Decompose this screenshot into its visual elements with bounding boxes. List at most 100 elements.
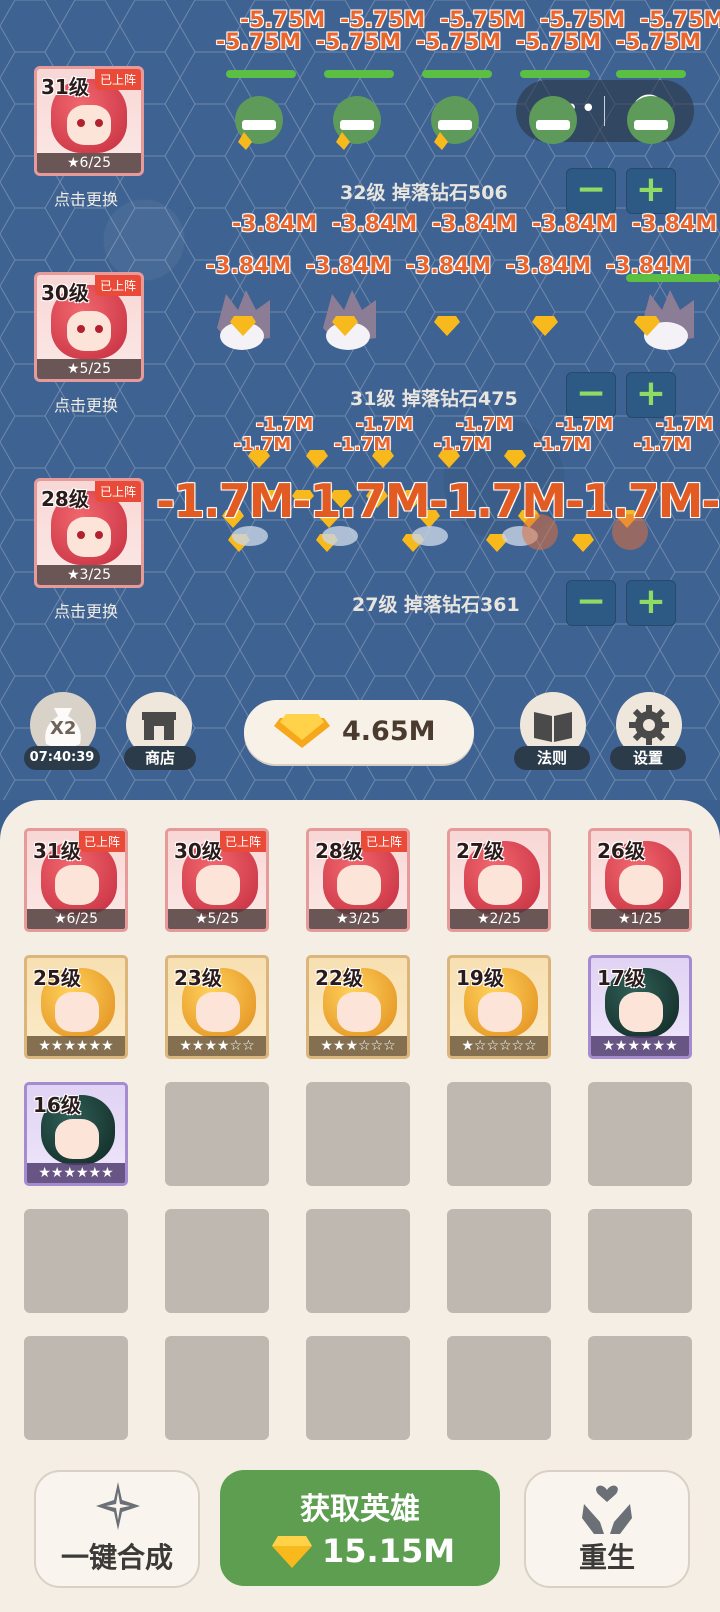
damage-number: -1.7M — [356, 414, 414, 435]
get-hero-label: 获取英雄 — [300, 1492, 420, 1527]
enemy-hp-bar — [616, 70, 686, 78]
goblin-enemy[interactable] — [424, 84, 486, 150]
x2-timer: 07:40:39 — [24, 746, 100, 770]
rules-label[interactable]: 法则 — [514, 746, 590, 770]
damage-number: -1.7M — [656, 414, 714, 435]
hero-eye — [77, 119, 85, 127]
hero-card[interactable]: 16级 ★★★★★★ — [24, 1082, 128, 1186]
swap-hero-link[interactable]: 点击更换 — [16, 392, 156, 416]
empty-slot[interactable] — [306, 1082, 410, 1186]
hero-card[interactable]: 30级 已上阵 ★5/25 — [165, 828, 269, 932]
get-hero-button[interactable]: 获取英雄 15.15M — [220, 1470, 500, 1586]
hero-card[interactable]: 23级 ★★★★☆☆ — [165, 955, 269, 1059]
damage-number: -3.84M — [206, 254, 292, 279]
level-plus-button[interactable]: + — [626, 372, 676, 418]
level-plus-button[interactable]: + — [626, 580, 676, 626]
hero-level: 27级 — [456, 839, 504, 863]
hero-stars: ★6/25 — [37, 153, 141, 173]
empty-slot[interactable] — [24, 1209, 128, 1313]
goblin-enemy[interactable] — [228, 84, 290, 150]
rebirth-button[interactable]: 重生 — [524, 1470, 690, 1588]
hero-card[interactable]: 22级 ★★★☆☆☆ — [306, 955, 410, 1059]
diamond-count: 4.65M — [342, 716, 436, 747]
hero-stars: ★☆☆☆☆☆ — [450, 1036, 548, 1056]
x2-label: X2 — [50, 718, 77, 739]
hero-stars: ★★★★★★ — [27, 1036, 125, 1056]
auto-merge-button[interactable]: 一键合成 — [34, 1470, 200, 1588]
empty-slot[interactable] — [306, 1336, 410, 1440]
empty-slot[interactable] — [447, 1209, 551, 1313]
goblin-enemy[interactable] — [620, 84, 682, 150]
empty-slot[interactable] — [447, 1336, 551, 1440]
damage-number: -3.84M — [432, 212, 518, 237]
hero-face — [55, 992, 99, 1032]
empty-slot[interactable] — [588, 1082, 692, 1186]
hero-card[interactable]: 28级 已上阵 ★3/25 — [306, 828, 410, 932]
diamond-drop-icon — [434, 316, 460, 336]
goblin-enemy[interactable] — [326, 84, 388, 150]
hero-stars: ★★★★★★ — [591, 1036, 689, 1056]
divider — [604, 96, 605, 126]
hero-card[interactable]: 19级 ★☆☆☆☆☆ — [447, 955, 551, 1059]
hero-eye — [95, 119, 103, 127]
hero-stars: ★6/25 — [27, 909, 125, 929]
empty-slot[interactable] — [24, 1336, 128, 1440]
settings-label[interactable]: 设置 — [610, 746, 686, 770]
drop-info: 32级 掉落钻石506 — [340, 182, 508, 204]
diamond-drop-icon — [230, 316, 256, 336]
empty-slot[interactable] — [447, 1082, 551, 1186]
diamond-drop-icon — [634, 316, 660, 336]
level-minus-button[interactable]: − — [566, 168, 616, 214]
empty-slot[interactable] — [588, 1209, 692, 1313]
hero-level: 26级 — [597, 839, 645, 863]
level-minus-button[interactable]: − — [566, 372, 616, 418]
hero-stars: ★★★★☆☆ — [168, 1036, 266, 1056]
hero-card[interactable]: 25级 ★★★★★★ — [24, 955, 128, 1059]
hero-level: 28级 — [315, 839, 363, 863]
empty-slot[interactable] — [165, 1336, 269, 1440]
get-hero-cost: 15.15M — [322, 1532, 456, 1570]
hero-card[interactable]: 17级 ★★★★★★ — [588, 955, 692, 1059]
diamond-stack-icon — [274, 714, 330, 748]
empty-slot[interactable] — [165, 1082, 269, 1186]
hero-eye — [77, 325, 85, 333]
lane-hero-card[interactable]: 30级 已上阵 ★5/25 — [34, 272, 144, 382]
goblin-enemy[interactable] — [522, 84, 584, 150]
empty-slot[interactable] — [165, 1209, 269, 1313]
hero-level: 25级 — [33, 966, 81, 990]
empty-slot[interactable] — [588, 1336, 692, 1440]
deployed-badge: 已上阵 — [78, 831, 125, 852]
diamond-balance: 4.65M — [244, 700, 474, 764]
hero-card[interactable]: 31级 已上阵 ★6/25 — [24, 828, 128, 932]
hands-heart-icon — [582, 1485, 632, 1534]
auto-merge-label: 一键合成 — [60, 1541, 173, 1574]
lane-hero-card[interactable]: 28级 已上阵 ★3/25 — [34, 478, 144, 588]
empty-slot[interactable] — [306, 1209, 410, 1313]
hero-face — [337, 992, 381, 1032]
damage-number-big: -1.7M-1.7M-1.7M-1.7M-1.7M — [156, 474, 720, 528]
swap-hero-link[interactable]: 点击更换 — [16, 598, 156, 622]
shop-label[interactable]: 商店 — [124, 746, 196, 770]
enemy-hp-bar — [520, 70, 590, 78]
hero-stars: ★5/25 — [168, 909, 266, 929]
hero-face — [67, 311, 111, 351]
hero-level: 31级 — [41, 75, 89, 99]
hero-level: 30级 — [41, 281, 89, 305]
enemy-hp-bar — [626, 274, 720, 282]
hero-level: 16级 — [33, 1093, 81, 1117]
rebirth-label: 重生 — [578, 1541, 635, 1574]
hero-level: 30级 — [174, 839, 222, 863]
hero-card[interactable]: 27级 ★2/25 — [447, 828, 551, 932]
swap-hero-link[interactable]: 点击更换 — [16, 186, 156, 210]
hero-face — [67, 105, 111, 145]
damage-number: -5.75M — [616, 30, 702, 55]
lane-hero-card[interactable]: 31级 已上阵 ★6/25 — [34, 66, 144, 176]
deployed-badge: 已上阵 — [219, 831, 266, 852]
level-plus-button[interactable]: + — [626, 168, 676, 214]
damage-number: -1.7M — [456, 414, 514, 435]
damage-number: -3.84M — [332, 212, 418, 237]
damage-number: -3.84M — [406, 254, 492, 279]
level-minus-button[interactable]: − — [566, 580, 616, 626]
hero-face — [196, 865, 240, 905]
hero-card[interactable]: 26级 ★1/25 — [588, 828, 692, 932]
